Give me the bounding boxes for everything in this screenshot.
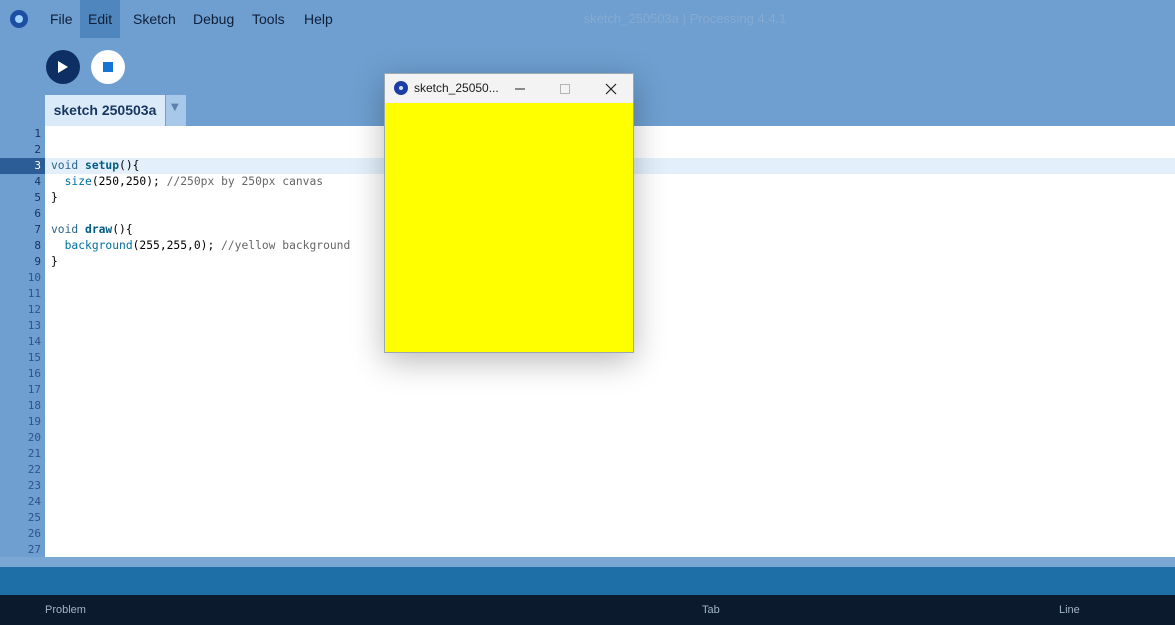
chevron-down-icon: ▼ [171, 102, 179, 113]
code-line-4: size(250,250); //250px by 250px canvas [51, 174, 323, 190]
line-number: 22 [27, 463, 41, 476]
status-problem: Problem [45, 604, 86, 616]
horizontal-scrollbar[interactable] [0, 557, 1175, 567]
line-number: 10 [27, 271, 41, 284]
menu-edit[interactable]: Edit [80, 0, 121, 38]
line-number: 25 [27, 511, 41, 524]
code-line-5: } [51, 191, 58, 204]
menu-help[interactable]: Help [296, 0, 341, 38]
code-function: setup [85, 159, 120, 172]
line-number: 2 [34, 143, 41, 156]
stop-button[interactable] [91, 50, 125, 84]
menu-debug[interactable]: Debug [185, 0, 242, 38]
line-number: 7 [34, 223, 41, 236]
tab-sketch[interactable]: sketch 250503a [45, 95, 165, 126]
code-text: (255,255,0); [132, 239, 215, 252]
line-number: 21 [27, 447, 41, 460]
menu-tools[interactable]: Tools [244, 0, 293, 38]
line-number: 6 [34, 207, 41, 220]
processing-logo-icon [394, 81, 408, 95]
stop-icon [103, 62, 113, 72]
processing-logo-icon [10, 10, 28, 28]
minimize-icon [515, 88, 525, 90]
line-number: 5 [34, 191, 41, 204]
line-number: 27 [27, 543, 41, 556]
console-divider[interactable] [0, 567, 1175, 595]
line-number: 18 [27, 399, 41, 412]
line-number: 26 [27, 527, 41, 540]
line-number: 4 [34, 175, 41, 188]
code-function: background [64, 239, 133, 252]
sketch-window[interactable]: sketch_25050... [384, 73, 634, 353]
code-line-9: } [51, 255, 58, 268]
code-text: (250,250); [91, 175, 160, 188]
code-keyword: void [51, 159, 79, 172]
line-number: 17 [27, 383, 41, 396]
code-function: size [64, 175, 92, 188]
code-function: draw [85, 223, 113, 236]
sketch-canvas[interactable] [385, 103, 633, 352]
code-comment: //250px by 250px canvas [166, 175, 324, 188]
status-tab: Tab [702, 604, 720, 616]
window-title: sketch_250503a | Processing 4.4.1 [583, 11, 787, 26]
close-icon [605, 83, 617, 95]
minimize-button[interactable] [498, 74, 542, 103]
sketch-window-title: sketch_25050... [414, 81, 499, 95]
line-number: 24 [27, 495, 41, 508]
menu-file[interactable]: File [42, 0, 81, 38]
line-number: 9 [34, 255, 41, 268]
tab-menu-button[interactable]: ▼ [166, 95, 186, 126]
code-line-3: void setup(){ [51, 158, 139, 174]
code-text: (){ [119, 159, 140, 172]
line-number: 13 [27, 319, 41, 332]
line-number: 3 [34, 159, 41, 172]
line-number: 8 [34, 239, 41, 252]
line-number: 14 [27, 335, 41, 348]
play-icon [58, 61, 68, 73]
status-line: Line [1059, 604, 1080, 616]
status-bar: Problem Tab Line [0, 595, 1175, 625]
code-keyword: void [51, 223, 79, 236]
code-line-7: void draw(){ [51, 222, 133, 238]
maximize-button [543, 74, 587, 103]
line-number: 11 [27, 287, 41, 300]
line-number: 16 [27, 367, 41, 380]
line-number: 19 [27, 415, 41, 428]
line-number: 23 [27, 479, 41, 492]
line-number: 20 [27, 431, 41, 444]
line-number: 12 [27, 303, 41, 316]
menu-sketch[interactable]: Sketch [125, 0, 184, 38]
code-comment: //yellow background [221, 239, 351, 252]
code-line-8: background(255,255,0); //yellow backgrou… [51, 238, 351, 254]
line-number: 15 [27, 351, 41, 364]
code-text: (){ [112, 223, 133, 236]
maximize-icon [560, 84, 570, 94]
run-button[interactable] [46, 50, 80, 84]
line-number: 1 [34, 127, 41, 140]
menu-bar: File Edit Sketch Debug Tools Help sketch… [0, 0, 1175, 38]
close-button[interactable] [589, 74, 633, 103]
sketch-window-titlebar[interactable]: sketch_25050... [385, 74, 633, 103]
